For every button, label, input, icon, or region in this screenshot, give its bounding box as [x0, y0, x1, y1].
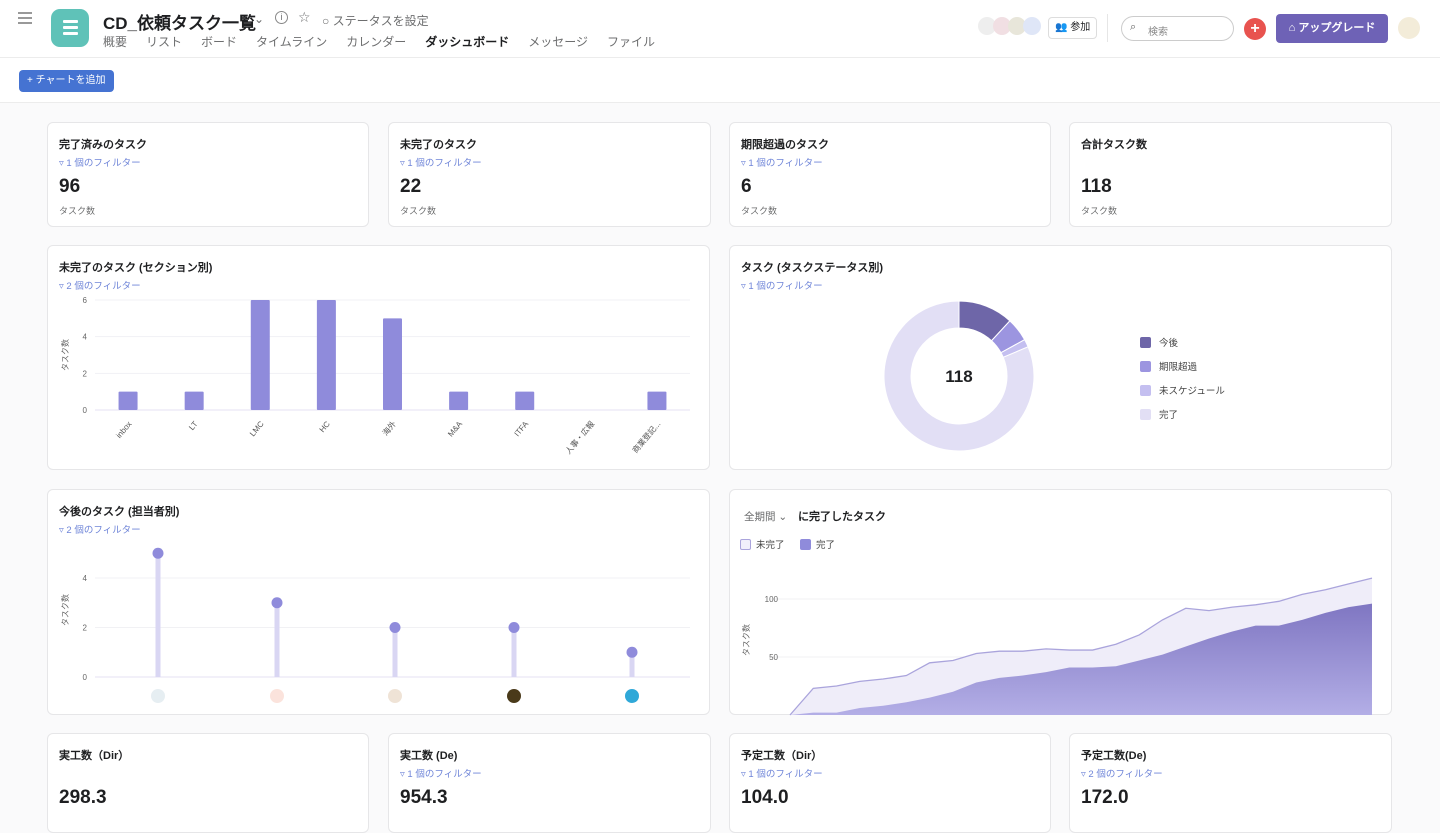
- legend-swatch: [740, 538, 751, 550]
- legend-item: 今後: [1140, 335, 1178, 349]
- legend-swatch: [1140, 336, 1151, 348]
- legend-item: 未スケジュール: [1140, 383, 1225, 397]
- legend-item: 完了: [1140, 407, 1178, 421]
- legend-swatch: [1140, 408, 1151, 420]
- period-label: 全期間: [744, 511, 776, 523]
- chart-title: に完了したタスク: [798, 511, 886, 523]
- legend-incomplete: 未完了: [740, 537, 785, 551]
- area-chart-card[interactable]: 全期間 ⌄ に完了したタスク 未完了 完了: [729, 489, 1392, 715]
- legend-swatch: [800, 538, 811, 550]
- donut-chart-card[interactable]: タスク (タスクステータス別) ▿ 1 個のフィルター 今後期限超過未スケジュー…: [729, 245, 1392, 470]
- period-dropdown[interactable]: 全期間 ⌄: [744, 509, 787, 524]
- legend-label: 今後: [1159, 338, 1179, 349]
- lollipop-chart-card[interactable]: 今後のタスク (担当者別) ▿ 2 個のフィルター: [47, 489, 710, 715]
- legend-swatch: [1140, 360, 1151, 372]
- legend-complete: 完了: [800, 537, 835, 551]
- filter-link[interactable]: ▿ 2 個のフィルター: [59, 522, 141, 536]
- filter-link[interactable]: ▿ 1 個のフィルター: [741, 278, 823, 292]
- legend-swatch: [1140, 384, 1151, 396]
- legend-label: 未スケジュール: [1159, 386, 1225, 397]
- legend-label: 期限超過: [1159, 362, 1198, 373]
- chart-title: 今後のタスク (担当者別): [59, 506, 180, 518]
- legend-label: 未完了: [756, 540, 785, 551]
- legend-item: 期限超過: [1140, 359, 1197, 373]
- legend-label: 完了: [816, 540, 836, 551]
- chart-title: タスク (タスクステータス別): [741, 262, 884, 274]
- legend-label: 完了: [1159, 410, 1179, 421]
